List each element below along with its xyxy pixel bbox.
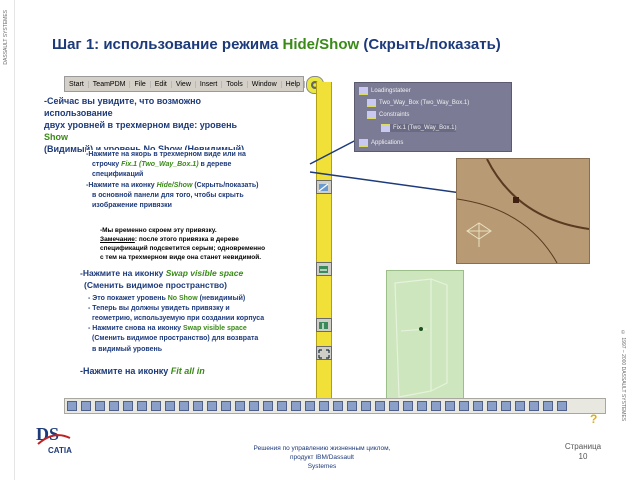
rotate-icon[interactable] (221, 401, 231, 411)
query-icon[interactable] (543, 401, 553, 411)
catalog-icon[interactable] (375, 401, 385, 411)
menu-item-tools[interactable]: Tools (222, 80, 248, 88)
help-question-icon[interactable]: ? (590, 412, 597, 426)
shading-icon[interactable] (291, 401, 301, 411)
3d-model-view[interactable] (386, 270, 464, 410)
zoom-out-icon[interactable] (249, 401, 259, 411)
measure-icon[interactable] (333, 401, 343, 411)
intro-line-2: использование (44, 108, 113, 118)
distance-icon[interactable] (529, 401, 539, 411)
print-icon[interactable] (109, 401, 119, 411)
catia-logo-text: CATIA (48, 446, 72, 455)
snap-icon[interactable] (347, 401, 357, 411)
company-vertical-label: DASSAULT SYSTEMES (3, 10, 9, 65)
fit-all-in-button[interactable] (316, 346, 332, 360)
tree-item-constraints[interactable]: Constraints (367, 111, 409, 119)
3d-view-closeup[interactable] (456, 158, 590, 264)
angle-icon[interactable] (445, 401, 455, 411)
anchor-icon (381, 124, 390, 132)
detail-line-4: - Нажмите снова на иконку Swap visible s… (88, 325, 247, 332)
footer-caption: Решения по управлению жизненным циклом, … (253, 445, 391, 470)
update-icon[interactable] (459, 401, 469, 411)
fix-icon[interactable] (403, 401, 413, 411)
zoom-in-icon[interactable] (235, 401, 245, 411)
detail-line-1: - Это покажет уровень No Show (невидимый… (88, 295, 246, 302)
detail-line-5: (Сменить видимое пространство) для возвр… (92, 335, 259, 342)
detail-line-3: геометрию, используемую при создании кор… (92, 315, 265, 322)
save-icon[interactable] (95, 401, 105, 411)
explode-icon[interactable] (487, 401, 497, 411)
step1-line-5: в основной панели для того, чтобы скрыть (92, 192, 244, 199)
new-document-icon[interactable] (67, 401, 77, 411)
tree-item-fix[interactable]: Fix.1 (Two_Way_Box.1) (381, 124, 457, 132)
specification-tree-panel: Loadingstateer Two_Way_Box (Two_Way_Box.… (354, 82, 512, 152)
step1-line-1: -Нажмите на якорь в трехмерном виде или … (86, 150, 246, 159)
help-icon[interactable] (193, 401, 203, 411)
detail-line-6: в видимый уровень (92, 346, 162, 353)
note-line-4: с тем на трехмерном виде она станет неви… (100, 254, 262, 261)
contact-icon[interactable] (417, 401, 427, 411)
open-folder-icon[interactable] (81, 401, 91, 411)
menu-item-window[interactable]: Window (248, 80, 282, 88)
offset-icon[interactable] (431, 401, 441, 411)
step1-line-4: -Нажмите на иконку Hide/Show (Скрыть/пок… (86, 182, 259, 189)
slide-title: Шаг 1: использование режима Hide/Show (С… (52, 36, 501, 53)
tree-node-icon (359, 87, 368, 95)
tree-node-icon (359, 139, 368, 147)
tree-item-root[interactable]: Loadingstateer (359, 87, 411, 95)
section-icon[interactable] (515, 401, 525, 411)
note-line-3: спецификаций подсветится серым; одноврем… (100, 245, 266, 252)
intro-line-1: -Сейчас вы увидите, что возможно (44, 96, 202, 106)
copyright-vertical-label: © 1997 – 2000 DASSAULT SYSTEMES (620, 330, 626, 422)
step1-line-3: спецификаций (92, 171, 144, 178)
clash-icon[interactable] (501, 401, 511, 411)
constraint-icon[interactable] (389, 401, 399, 411)
swap-visible-space-button[interactable] (316, 262, 332, 276)
page-indicator: Страница 10 (558, 442, 608, 462)
menu-item-edit[interactable]: Edit (151, 80, 172, 88)
redo-icon[interactable] (179, 401, 189, 411)
tree-node-icon (367, 111, 376, 119)
analysis-icon[interactable] (361, 401, 371, 411)
copy-icon[interactable] (137, 401, 147, 411)
intro-line-4: Show (44, 132, 68, 142)
catia-logo: DS CATIA (34, 420, 104, 465)
intro-line-3: двух уровней в трехмерном виде: уровень (44, 120, 238, 130)
cut-icon[interactable] (123, 401, 133, 411)
page-number: 10 (578, 452, 588, 461)
menu-item-help[interactable]: Help (282, 80, 306, 88)
note-line-2: Замечание: после этого привязка в дереве (100, 236, 239, 243)
menu-item-view[interactable]: View (172, 80, 196, 88)
step1-line-6: изображение привязки (92, 202, 172, 209)
normal-view-icon[interactable] (263, 401, 273, 411)
note-line-1: -Мы временно скроем эту привязку. (100, 227, 217, 234)
detail-line-2: - Теперь вы должны увидеть привязку и (88, 305, 230, 312)
fit-all-in-line: -Нажмите на иконку Fit all in (80, 366, 205, 376)
hide-show-icon[interactable] (305, 401, 315, 411)
step1-line-2: строчку Fix.1 (Two_Way_Box.1) в дереве (92, 161, 232, 168)
paste-icon[interactable] (151, 401, 161, 411)
tree-node-icon (367, 99, 376, 107)
menu-item-file[interactable]: File (130, 80, 151, 88)
tree-item-two-way-box[interactable]: Two_Way_Box (Two_Way_Box.1) (367, 99, 469, 107)
svg-text:DS: DS (36, 424, 59, 444)
left-branding-strip: DASSAULT SYSTEMES (0, 0, 15, 480)
swap-visible-space-button-return[interactable] (316, 318, 332, 332)
compass-icon[interactable] (557, 401, 567, 411)
menu-item-teampdm[interactable]: TeamPDM (89, 80, 131, 88)
menu-item-start[interactable]: Start (65, 80, 89, 88)
catia-menu-bar: Start TeamPDM File Edit View Insert Tool… (64, 76, 306, 92)
swap-line-1: -Нажмите на иконку Swap visible space (80, 268, 244, 278)
swap-space-icon[interactable] (319, 401, 329, 411)
swap-line-2: (Сменить видимое пространство) (84, 280, 227, 290)
tree-item-applications[interactable]: Applications (359, 139, 403, 147)
bottom-toolbar (64, 398, 606, 414)
manipulate-icon[interactable] (473, 401, 483, 411)
pan-icon[interactable] (207, 401, 217, 411)
iso-view-icon[interactable] (277, 401, 287, 411)
undo-icon[interactable] (165, 401, 175, 411)
menu-item-insert[interactable]: Insert (196, 80, 223, 88)
